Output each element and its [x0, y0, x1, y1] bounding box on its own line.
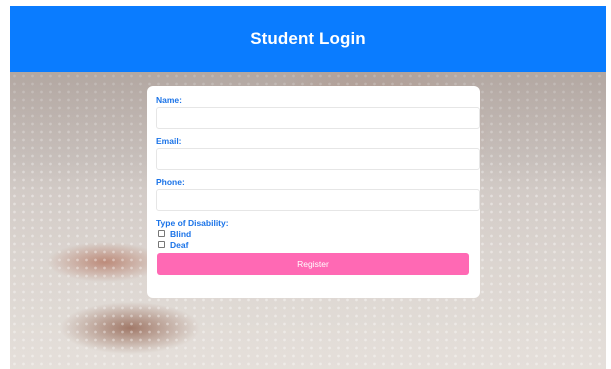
deaf-option[interactable]: Deaf: [156, 239, 471, 250]
disability-group: Type of Disability: Blind Deaf: [156, 218, 471, 250]
phone-group: Phone:: [156, 177, 480, 211]
blind-checkbox[interactable]: [158, 230, 165, 237]
blind-option[interactable]: Blind: [156, 228, 471, 239]
phone-input[interactable]: [156, 189, 480, 211]
blind-label: Blind: [170, 228, 192, 239]
email-group: Email:: [156, 136, 480, 170]
name-label: Name:: [156, 95, 182, 105]
page-title: Student Login: [250, 29, 366, 48]
register-button[interactable]: Register: [157, 253, 469, 275]
registration-form: Name: Email: Phone: Type of Disability: …: [147, 86, 480, 298]
email-input[interactable]: [156, 148, 480, 170]
email-label: Email:: [156, 136, 182, 146]
deaf-checkbox[interactable]: [158, 241, 165, 248]
disability-label: Type of Disability:: [156, 218, 229, 228]
name-input[interactable]: [156, 107, 480, 129]
page-header: Student Login: [10, 6, 606, 72]
phone-label: Phone:: [156, 177, 185, 187]
name-group: Name:: [156, 95, 480, 129]
deaf-label: Deaf: [170, 239, 189, 250]
